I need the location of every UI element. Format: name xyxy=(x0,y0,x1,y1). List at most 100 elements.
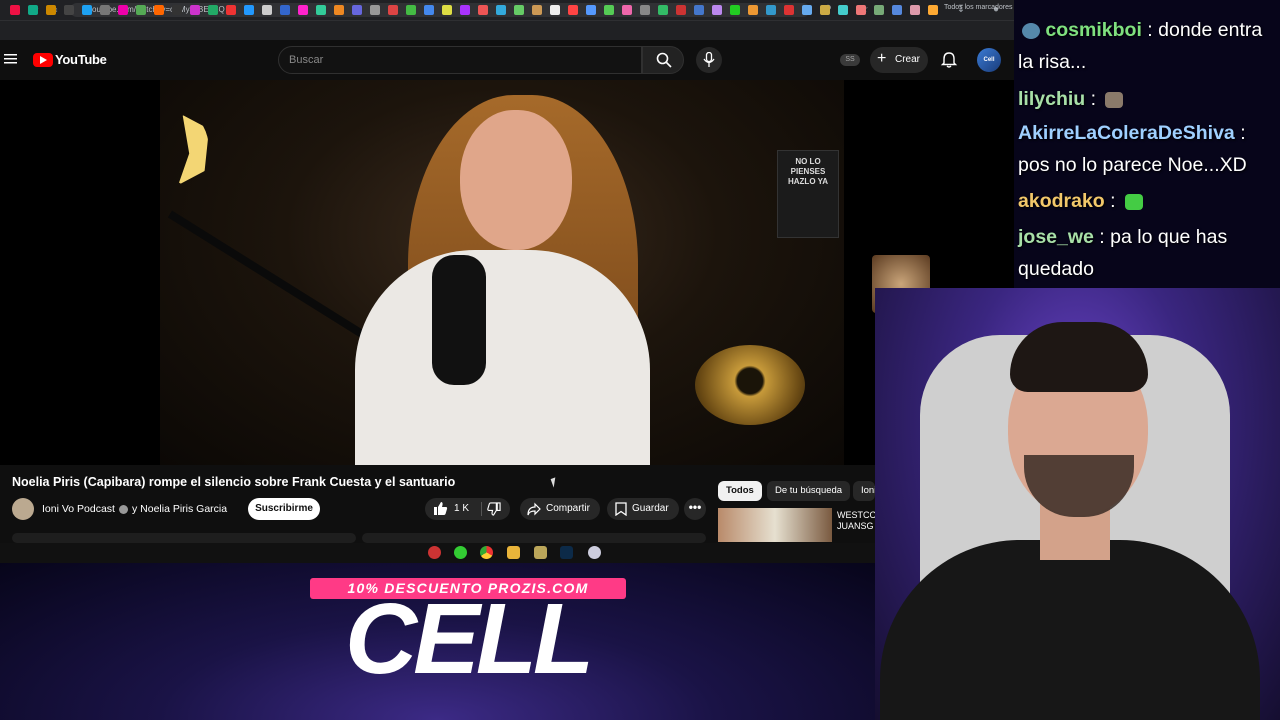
bookmark-icon[interactable] xyxy=(622,5,632,15)
bookmark-icon[interactable] xyxy=(802,5,812,15)
video-lamp-right xyxy=(695,345,805,425)
chip-from-search[interactable]: De tu búsqueda xyxy=(767,481,851,501)
bookmark-icon[interactable] xyxy=(712,5,722,15)
bookmark-icon[interactable] xyxy=(28,5,38,15)
bookmark-icon[interactable] xyxy=(208,5,218,15)
bookmark-icon[interactable] xyxy=(820,5,830,15)
taskbar-photoshop-icon[interactable] xyxy=(560,546,573,559)
bookmark-icon[interactable] xyxy=(568,5,578,15)
plus-icon: + xyxy=(877,50,887,67)
taskbar-chrome-icon[interactable] xyxy=(480,546,493,559)
bookmark-icon[interactable] xyxy=(172,5,182,15)
extension-badge[interactable]: SS xyxy=(840,54,860,66)
like-count[interactable]: 1 K xyxy=(454,503,469,514)
bookmark-icon[interactable] xyxy=(280,5,290,15)
description-placeholder xyxy=(12,533,356,543)
bookmark-icon[interactable] xyxy=(370,5,380,15)
menu-icon[interactable] xyxy=(4,52,17,65)
bookmark-icon[interactable] xyxy=(604,5,614,15)
dislike-button[interactable] xyxy=(487,502,501,516)
video-book-prop: NO LO PIENSES HAZLO YA xyxy=(777,150,839,238)
bookmark-icon[interactable] xyxy=(784,5,794,15)
youtube-logo-text[interactable]: YouTube xyxy=(55,52,107,67)
all-bookmarks-folder[interactable]: Todos los marcadores xyxy=(944,4,1012,11)
video-microphone xyxy=(432,255,486,385)
chip-all[interactable]: Todos xyxy=(718,481,762,501)
bookmark-icon[interactable] xyxy=(118,5,128,15)
recommended-title[interactable]: WESTCOL JUANSG xyxy=(837,510,875,532)
bookmark-icon[interactable] xyxy=(10,5,20,15)
chat-message: AkirreLaColeraDeShiva : pos no lo parece… xyxy=(1018,122,1247,176)
search-button[interactable] xyxy=(642,46,684,74)
bookmark-icon[interactable] xyxy=(640,5,650,15)
bookmark-icon[interactable] xyxy=(856,5,866,15)
chip-ioni[interactable]: Ioni xyxy=(853,481,875,501)
like-button[interactable] xyxy=(433,501,448,516)
taskbar-spotify-icon[interactable] xyxy=(454,546,467,559)
chat-username: jose_we xyxy=(1018,226,1094,248)
bookmark-icon[interactable] xyxy=(730,5,740,15)
bookmark-icon[interactable] xyxy=(406,5,416,15)
bookmark-icon[interactable] xyxy=(694,5,704,15)
bookmark-save-icon xyxy=(615,502,627,517)
bookmark-icon[interactable] xyxy=(190,5,200,15)
taskbar-app-icon[interactable] xyxy=(588,546,601,559)
taskbar-app-icon[interactable] xyxy=(534,546,547,559)
bookmark-icon[interactable] xyxy=(352,5,362,15)
bookmark-icon[interactable] xyxy=(334,5,344,15)
bookmark-icon[interactable] xyxy=(46,5,56,15)
bookmark-icon[interactable] xyxy=(478,5,488,15)
channel-avatar[interactable] xyxy=(12,498,34,520)
bookmark-icon[interactable] xyxy=(262,5,272,15)
notifications-bell-icon[interactable] xyxy=(940,51,958,69)
bookmark-icon[interactable] xyxy=(244,5,254,15)
bookmark-icon[interactable] xyxy=(910,5,920,15)
bookmark-icon[interactable] xyxy=(496,5,506,15)
more-actions-button[interactable]: ••• xyxy=(684,498,706,520)
bookmark-icon[interactable] xyxy=(550,5,560,15)
bookmark-icon[interactable] xyxy=(676,5,686,15)
account-avatar[interactable]: Cell xyxy=(977,48,1001,72)
taskbar-app-icon[interactable] xyxy=(428,546,441,559)
bookmarks-bar xyxy=(0,20,1014,40)
search-input[interactable]: Buscar xyxy=(278,46,642,74)
bookmark-icon[interactable] xyxy=(658,5,668,15)
bookmark-icon[interactable] xyxy=(64,5,74,15)
youtube-logo-play-icon xyxy=(40,56,47,64)
taskbar-folder-icon[interactable] xyxy=(507,546,520,559)
video-title: Noelia Piris (Capibara) rompe el silenci… xyxy=(12,475,456,489)
chat-message: cosmikboi : donde entra la risa... xyxy=(1018,19,1263,73)
bookmark-icon[interactable] xyxy=(100,5,110,15)
subscribe-button[interactable]: Suscribirme xyxy=(248,498,320,520)
bookmark-icon[interactable] xyxy=(892,5,902,15)
channel-name-1[interactable]: Ioni Vo Podcast xyxy=(42,503,115,515)
bookmark-icon[interactable] xyxy=(388,5,398,15)
voice-search-button[interactable] xyxy=(696,47,722,73)
bookmark-icon[interactable] xyxy=(298,5,308,15)
folder-icon[interactable] xyxy=(928,5,938,15)
channel-names[interactable]: Ioni Vo Podcast y Noelia Piris Garcia xyxy=(42,503,227,515)
bookmark-icon[interactable] xyxy=(442,5,452,15)
bookmark-icon[interactable] xyxy=(838,5,848,15)
bookmark-icon[interactable] xyxy=(226,5,236,15)
channel-joiner: y xyxy=(131,503,138,515)
bookmark-icon[interactable] xyxy=(154,5,164,15)
bookmark-icon[interactable] xyxy=(766,5,776,15)
recommended-thumbnail[interactable] xyxy=(718,508,832,542)
bookmark-icon[interactable] xyxy=(748,5,758,15)
bookmark-icon[interactable] xyxy=(874,5,884,15)
bookmark-icon[interactable] xyxy=(82,5,92,15)
chat-message: jose_we : pa lo que has quedado xyxy=(1018,226,1228,280)
channel-name-2[interactable]: Noelia Piris Garcia xyxy=(140,503,227,515)
promo-brand: CELL xyxy=(344,583,594,695)
bookmark-icon[interactable] xyxy=(514,5,524,15)
chat-username: lilychiu xyxy=(1018,88,1086,110)
bookmark-icon[interactable] xyxy=(586,5,596,15)
bookmark-icon[interactable] xyxy=(316,5,326,15)
bookmark-icon[interactable] xyxy=(460,5,470,15)
bookmark-icon[interactable] xyxy=(424,5,434,15)
bookmark-icon[interactable] xyxy=(136,5,146,15)
bookmark-icon[interactable] xyxy=(532,5,542,15)
chat-emote-icon xyxy=(1105,91,1124,108)
chat-text: pos no lo parece Noe...XD xyxy=(1018,154,1247,176)
